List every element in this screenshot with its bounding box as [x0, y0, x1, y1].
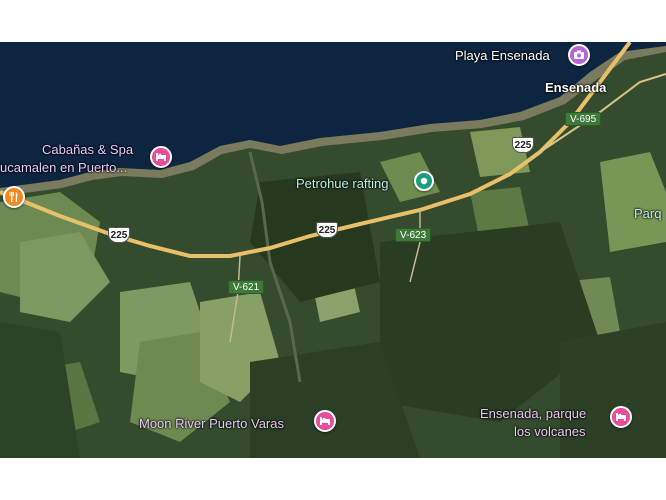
route-shield-225: 225 [316, 222, 338, 238]
place-label-parque-partial[interactable]: Parq [634, 206, 661, 221]
hotel-pin-icon[interactable] [150, 146, 172, 168]
place-label-ensenada-parque-line1[interactable]: Ensenada, parque [480, 406, 586, 421]
road-label-v623: V-623 [395, 228, 432, 242]
town-label-ensenada[interactable]: Ensenada [545, 80, 606, 95]
place-label-playa-ensenada[interactable]: Playa Ensenada [455, 48, 550, 63]
route-shield-225: 225 [108, 227, 130, 243]
restaurant-pin-icon[interactable] [3, 186, 25, 208]
place-label-ensenada-parque-line2[interactable]: los volcanes [514, 424, 586, 439]
hotel-pin-icon[interactable] [314, 410, 336, 432]
poi-pin-icon[interactable] [414, 171, 434, 191]
road-label-v695: V-695 [565, 112, 602, 126]
place-label-cabanas-line1[interactable]: Cabañas & Spa [42, 142, 133, 157]
place-label-cabanas-line2[interactable]: ucamalen en Puerto... [0, 160, 127, 175]
place-label-moon-river[interactable]: Moon River Puerto Varas [139, 416, 284, 431]
camera-pin-icon[interactable] [568, 44, 590, 66]
route-shield-225: 225 [512, 137, 534, 153]
place-label-petrohue-rafting[interactable]: Petrohue rafting [296, 176, 389, 191]
map-terrain [0, 42, 666, 458]
satellite-map[interactable]: Playa Ensenada Ensenada V-695 225 225 22… [0, 42, 666, 458]
road-label-v621: V-621 [228, 280, 265, 294]
hotel-pin-icon[interactable] [610, 406, 632, 428]
